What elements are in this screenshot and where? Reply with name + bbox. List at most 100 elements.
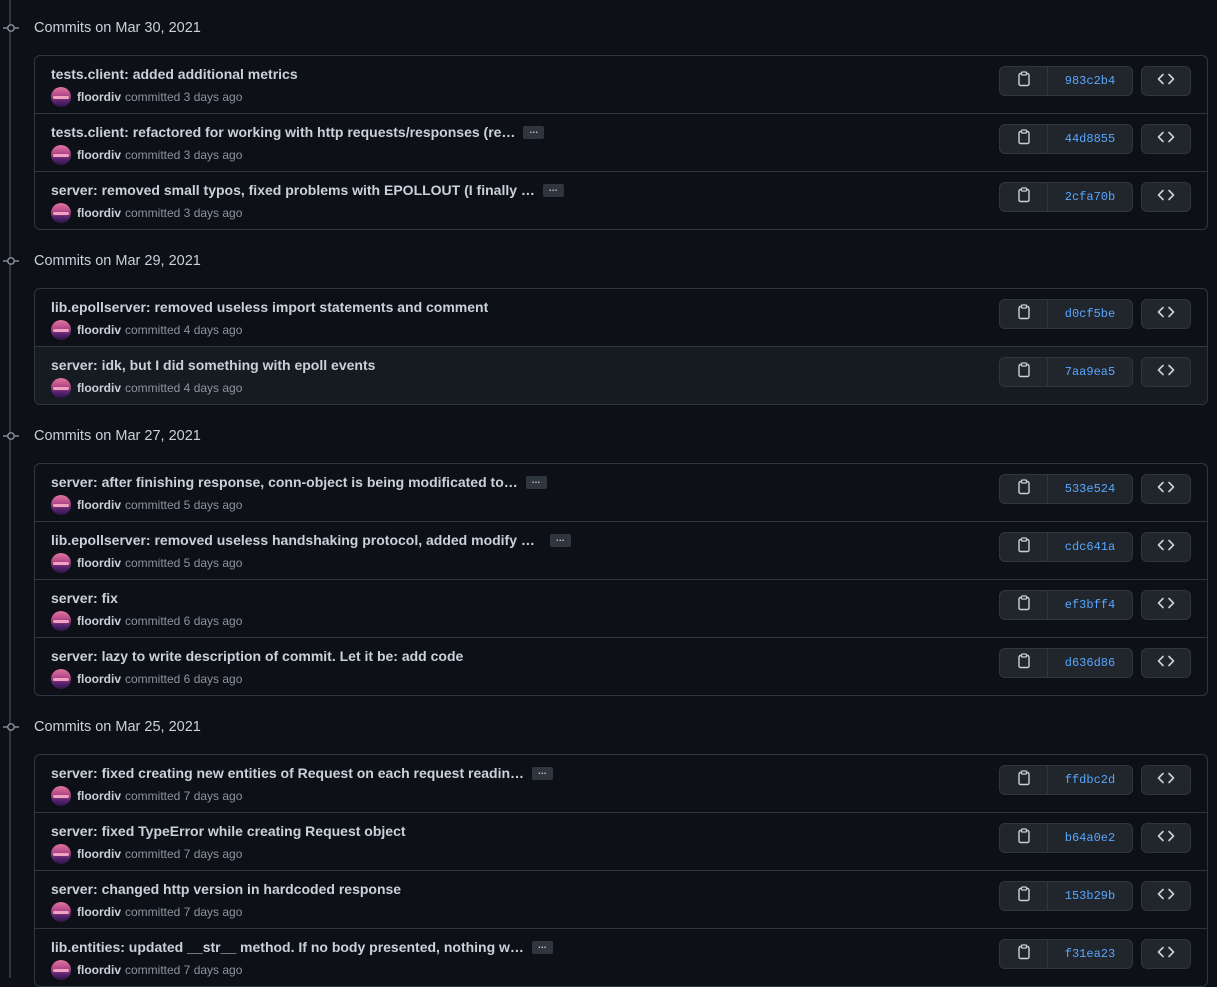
commit-message-link[interactable]: lib.entities: updated __str__ method. If…: [51, 939, 524, 955]
commit-message-link[interactable]: server: after finishing response, conn-o…: [51, 474, 518, 490]
commit-sha-link[interactable]: 2cfa70b: [1048, 183, 1132, 211]
commit-message-link[interactable]: server: fixed TypeError while creating R…: [51, 823, 406, 839]
author-link[interactable]: floordiv: [77, 381, 121, 395]
commit-sha-link[interactable]: d636d86: [1048, 649, 1132, 677]
author-link[interactable]: floordiv: [77, 847, 121, 861]
commit-row: server: fix floordiv committed 6 days ago e…: [35, 579, 1207, 637]
commit-sha-link[interactable]: 983c2b4: [1048, 67, 1132, 95]
author-link[interactable]: floordiv: [77, 206, 121, 220]
commit-sha-link[interactable]: 7aa9ea5: [1048, 358, 1132, 386]
commit-message-link[interactable]: server: changed http version in hardcode…: [51, 881, 401, 897]
commit-message-link[interactable]: lib.epollserver: removed useless handsha…: [51, 532, 542, 548]
commit-message-link[interactable]: server: removed small typos, fixed probl…: [51, 182, 535, 198]
copy-sha-button[interactable]: [1000, 649, 1048, 677]
expand-message-button[interactable]: …: [531, 940, 553, 954]
commit-sha-link[interactable]: f31ea23: [1048, 940, 1132, 968]
browse-repository-button[interactable]: [1141, 66, 1191, 96]
avatar[interactable]: [51, 495, 71, 515]
copy-sha-button[interactable]: [1000, 300, 1048, 328]
author-link[interactable]: floordiv: [77, 789, 121, 803]
author-link[interactable]: floordiv: [77, 963, 121, 977]
browse-repository-button[interactable]: [1141, 474, 1191, 504]
browse-repository-button[interactable]: [1141, 357, 1191, 387]
avatar[interactable]: [51, 611, 71, 631]
browse-repository-button[interactable]: [1141, 182, 1191, 212]
avatar[interactable]: [51, 203, 71, 223]
commit-message-link[interactable]: tests.client: refactored for working wit…: [51, 124, 515, 140]
author-link[interactable]: floordiv: [77, 90, 121, 104]
copy-sha-button[interactable]: [1000, 766, 1048, 794]
expand-message-button[interactable]: …: [542, 183, 564, 197]
avatar[interactable]: [51, 844, 71, 864]
commit-group-date: Commits on Mar 27, 2021: [34, 427, 201, 444]
browse-repository-button[interactable]: [1141, 532, 1191, 562]
commit-row: server: changed http version in hardcode…: [35, 870, 1207, 928]
author-link[interactable]: floordiv: [77, 556, 121, 570]
author-link[interactable]: floordiv: [77, 614, 121, 628]
commit-time: committed 3 days ago: [125, 206, 243, 220]
browse-repository-button[interactable]: [1141, 939, 1191, 969]
copy-sha-button[interactable]: [1000, 882, 1048, 910]
commit-sha-link[interactable]: d0cf5be: [1048, 300, 1132, 328]
clipboard-icon: [1017, 769, 1031, 791]
commit-message-link[interactable]: lib.epollserver: removed useless import …: [51, 299, 488, 315]
expand-message-button[interactable]: …: [550, 533, 571, 547]
avatar[interactable]: [51, 786, 71, 806]
commit-message-link[interactable]: server: lazy to write description of com…: [51, 648, 463, 664]
copy-sha-button[interactable]: [1000, 475, 1048, 503]
avatar[interactable]: [51, 960, 71, 980]
copy-sha-button[interactable]: [1000, 183, 1048, 211]
commit-message-link[interactable]: server: idk, but I did something with ep…: [51, 357, 375, 373]
commit-sha-link[interactable]: cdc641a: [1048, 533, 1132, 561]
avatar[interactable]: [51, 145, 71, 165]
author-link[interactable]: floordiv: [77, 498, 121, 512]
browse-repository-button[interactable]: [1141, 881, 1191, 911]
commit-meta: floordiv committed 3 days ago: [51, 87, 242, 107]
copy-sha-button[interactable]: [1000, 358, 1048, 386]
author-link[interactable]: floordiv: [77, 672, 121, 686]
commit-sha-link[interactable]: ef3bff4: [1048, 591, 1132, 619]
browse-repository-button[interactable]: [1141, 590, 1191, 620]
commit-sha-link[interactable]: b64a0e2: [1048, 824, 1132, 852]
expand-message-button[interactable]: …: [532, 766, 554, 780]
author-link[interactable]: floordiv: [77, 905, 121, 919]
commit-message-link[interactable]: server: fix: [51, 590, 118, 606]
copy-sha-button[interactable]: [1000, 67, 1048, 95]
commit-title: server: fix: [51, 590, 118, 606]
author-link[interactable]: floordiv: [77, 148, 121, 162]
commit-message-link[interactable]: server: fixed creating new entities of R…: [51, 765, 524, 781]
avatar[interactable]: [51, 553, 71, 573]
copy-sha-button[interactable]: [1000, 533, 1048, 561]
expand-message-button[interactable]: …: [525, 475, 547, 489]
commit-sha-link[interactable]: 44d8855: [1048, 125, 1132, 153]
commit-title: lib.epollserver: removed useless handsha…: [51, 532, 571, 548]
browse-repository-button[interactable]: [1141, 648, 1191, 678]
commit-sha-link[interactable]: ffdbc2d: [1048, 766, 1132, 794]
browse-repository-button[interactable]: [1141, 823, 1191, 853]
timeline-line: [9, 0, 11, 978]
commit-title: server: idk, but I did something with ep…: [51, 357, 375, 373]
commit-time: committed 7 days ago: [125, 905, 243, 919]
browse-repository-button[interactable]: [1141, 124, 1191, 154]
copy-sha-button[interactable]: [1000, 940, 1048, 968]
author-link[interactable]: floordiv: [77, 323, 121, 337]
commit-message-link[interactable]: tests.client: added additional metrics: [51, 66, 298, 82]
commit-list: server: fixed creating new entities of R…: [34, 754, 1208, 987]
copy-sha-button[interactable]: [1000, 591, 1048, 619]
commit-sha-link[interactable]: 533e524: [1048, 475, 1132, 503]
commit-title: server: removed small typos, fixed probl…: [51, 182, 564, 198]
copy-sha-button[interactable]: [1000, 125, 1048, 153]
avatar[interactable]: [51, 87, 71, 107]
browse-repository-button[interactable]: [1141, 765, 1191, 795]
copy-sha-button[interactable]: [1000, 824, 1048, 852]
browse-repository-button[interactable]: [1141, 299, 1191, 329]
commit-time: committed 7 days ago: [125, 847, 243, 861]
commit-time: committed 7 days ago: [125, 963, 243, 977]
expand-message-button[interactable]: …: [523, 125, 545, 139]
avatar[interactable]: [51, 669, 71, 689]
commit-sha-link[interactable]: 153b29b: [1048, 882, 1132, 910]
avatar[interactable]: [51, 902, 71, 922]
git-commit-icon: [3, 255, 19, 267]
avatar[interactable]: [51, 378, 71, 398]
avatar[interactable]: [51, 320, 71, 340]
